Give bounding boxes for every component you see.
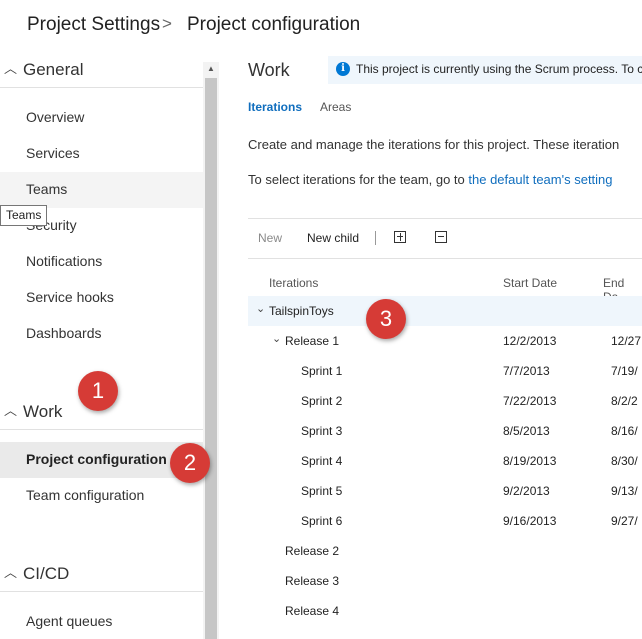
end-date: 8/16/ — [611, 424, 638, 438]
start-date: 7/22/2013 — [503, 394, 557, 408]
sidebar-item-label: Service hooks — [26, 289, 114, 305]
sidebar-item-label: Dashboards — [26, 325, 102, 341]
end-date: 9/13/ — [611, 484, 638, 498]
tree-row-release-2[interactable]: Release 2 — [248, 536, 642, 566]
page-title: Project configuration — [187, 14, 361, 35]
sidebar-item-agent-queues[interactable]: Agent queues — [0, 604, 203, 639]
grid-divider — [248, 258, 642, 259]
iteration-name: Sprint 5 — [301, 484, 343, 498]
iteration-name: Release 3 — [285, 574, 340, 588]
tree-row-sprint-5[interactable]: Sprint 5 9/2/2013 9/13/ — [248, 476, 642, 506]
tree-row-tailspintoys[interactable]: ⌄ TailspinToys — [248, 296, 642, 326]
iteration-name: Release 1 — [285, 334, 340, 348]
scrollbar-thumb[interactable] — [205, 78, 217, 639]
start-date: 9/2/2013 — [503, 484, 550, 498]
toolbar-separator — [375, 231, 376, 245]
new-child-button[interactable]: New child — [307, 231, 359, 245]
header: Project Settings > Project configuration — [0, 0, 642, 52]
sidebar-item-team-configuration[interactable]: Team configuration — [0, 478, 203, 514]
sidebar-item-dashboards[interactable]: Dashboards — [0, 316, 203, 352]
sidebar-item-label: Agent queues — [26, 613, 113, 629]
start-date: 12/2/2013 — [503, 334, 557, 348]
column-header-iterations[interactable]: Iterations — [269, 276, 318, 290]
tree-row-sprint-4[interactable]: Sprint 4 8/19/2013 8/30/ — [248, 446, 642, 476]
tree-row-sprint-2[interactable]: Sprint 2 7/22/2013 8/2/2 — [248, 386, 642, 416]
iteration-name: Release 4 — [285, 604, 340, 618]
start-date: 8/5/2013 — [503, 424, 550, 438]
end-date: 9/27/ — [611, 514, 638, 528]
sidebar-item-service-hooks[interactable]: Service hooks — [0, 280, 203, 316]
tab-iterations[interactable]: Iterations — [248, 100, 302, 114]
collapse-all-icon[interactable] — [435, 231, 447, 243]
group-cicd[interactable]: ︿ CI/CD — [0, 556, 203, 592]
iteration-name: Sprint 3 — [301, 424, 343, 438]
chevron-up-icon: ︿ — [4, 61, 18, 76]
tab-areas[interactable]: Areas — [320, 100, 351, 114]
iteration-name: Sprint 6 — [301, 514, 343, 528]
iteration-name: TailspinToys — [269, 304, 334, 318]
expand-all-icon[interactable] — [394, 231, 406, 243]
teams-tooltip: Teams — [0, 205, 48, 226]
default-team-settings-link[interactable]: the default team's setting — [468, 172, 612, 187]
toolbar-divider — [248, 218, 642, 219]
breadcrumb-project-settings[interactable]: Project Settings — [27, 14, 160, 36]
sidebar-item-label: Team configuration — [26, 487, 145, 503]
sidebar-item-label: Project configuration — [26, 451, 167, 467]
tree-row-release-3[interactable]: Release 3 — [248, 566, 642, 596]
end-date: 8/30/ — [611, 454, 638, 468]
callout-badge-2: 2 — [170, 443, 210, 483]
start-date: 7/7/2013 — [503, 364, 550, 378]
group-label: General — [23, 60, 84, 79]
end-date: 12/27 — [611, 334, 642, 348]
callout-badge-3: 3 — [366, 299, 406, 339]
sidebar-item-services[interactable]: Services — [0, 136, 203, 172]
chevron-down-icon[interactable]: ⌄ — [256, 302, 265, 315]
group-label: Work — [23, 402, 63, 421]
iteration-name: Sprint 4 — [301, 454, 343, 468]
end-date: 7/19/ — [611, 364, 638, 378]
tree-row-sprint-1[interactable]: Sprint 1 7/7/2013 7/19/ — [248, 356, 642, 386]
chevron-up-icon: ︿ — [4, 565, 18, 580]
sidebar-item-notifications[interactable]: Notifications — [0, 244, 203, 280]
chevron-down-icon[interactable]: ⌄ — [272, 332, 281, 345]
tree-row-sprint-3[interactable]: Sprint 3 8/5/2013 8/16/ — [248, 416, 642, 446]
tree-row-release-4[interactable]: Release 4 — [248, 596, 642, 626]
new-button[interactable]: New — [258, 231, 282, 245]
tree-row-sprint-6[interactable]: Sprint 6 9/16/2013 9/27/ — [248, 506, 642, 536]
callout-badge-1: 1 — [78, 371, 118, 411]
sidebar-item-teams[interactable]: Teams — [0, 172, 203, 208]
column-header-start-date[interactable]: Start Date — [503, 276, 557, 290]
section-title: Work — [248, 60, 290, 80]
iteration-name: Sprint 1 — [301, 364, 343, 378]
sidebar-item-overview[interactable]: Overview — [0, 100, 203, 136]
team-prompt: To select iterations for the team, go to… — [248, 172, 613, 187]
group-general[interactable]: ︿ General — [0, 52, 203, 88]
sidebar-item-label: Notifications — [26, 253, 103, 269]
description-text: Create and manage the iterations for thi… — [248, 137, 620, 152]
start-date: 9/16/2013 — [503, 514, 557, 528]
chevron-up-icon: ︿ — [4, 403, 18, 418]
end-date: 8/2/2 — [611, 394, 638, 408]
sidebar-item-label: Services — [26, 145, 80, 161]
iteration-name: Release 2 — [285, 544, 340, 558]
sidebar-item-label: Overview — [26, 109, 85, 125]
team-prompt-text: To select iterations for the team, go to — [248, 172, 469, 187]
sidebar-item-label: Teams — [26, 181, 68, 197]
scroll-up-icon[interactable]: ▲ — [205, 62, 217, 76]
tree-row-release-1[interactable]: ⌄ Release 1 12/2/2013 12/27 — [248, 326, 642, 356]
info-icon: i — [336, 62, 350, 76]
start-date: 8/19/2013 — [503, 454, 557, 468]
breadcrumb-chevron-icon: > — [162, 14, 172, 33]
group-label: CI/CD — [23, 564, 70, 583]
info-message: This project is currently using the Scru… — [356, 62, 642, 76]
iteration-name: Sprint 2 — [301, 394, 343, 408]
